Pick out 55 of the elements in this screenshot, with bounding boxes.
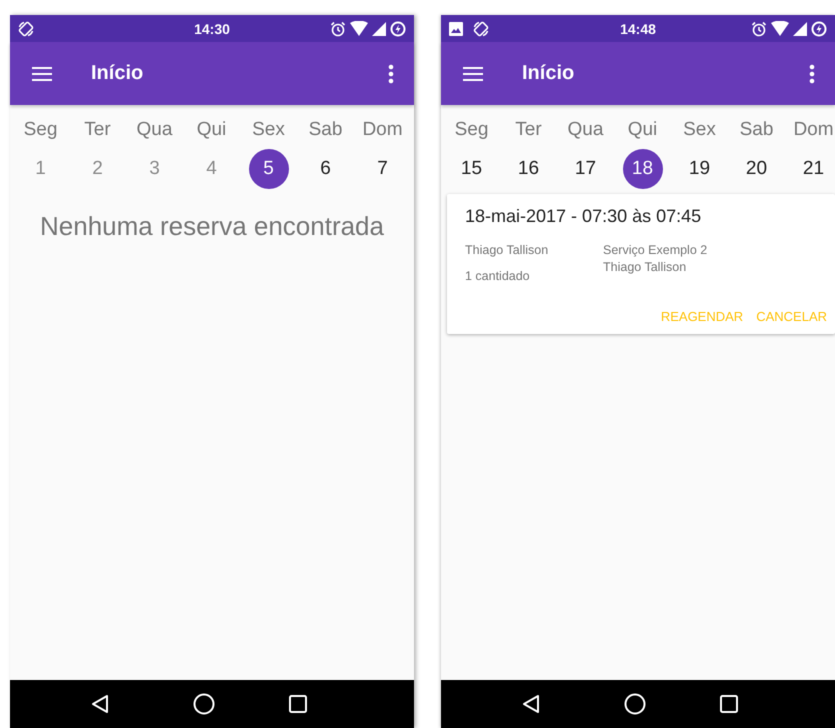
battery-icon — [811, 20, 827, 36]
weekday-label: Dom — [362, 119, 403, 141]
signal-icon — [372, 22, 386, 36]
recent-apps-icon[interactable] — [720, 695, 738, 713]
back-icon[interactable] — [522, 694, 540, 714]
calendar-day[interactable]: 7 — [362, 149, 402, 189]
alarm-icon — [330, 20, 346, 36]
recent-apps-icon[interactable] — [289, 695, 307, 713]
battery-icon — [390, 20, 406, 36]
wifi-icon — [771, 21, 789, 36]
weekday-label: Qui — [628, 119, 658, 141]
home-icon[interactable] — [193, 693, 215, 715]
alarm-icon — [751, 20, 767, 36]
calendar-day[interactable]: 6 — [306, 149, 346, 189]
weekday-label: Sex — [252, 119, 285, 141]
back-icon[interactable] — [91, 694, 109, 714]
signal-icon — [793, 22, 807, 36]
calendar-day[interactable]: 19 — [680, 149, 720, 189]
home-icon[interactable] — [624, 693, 646, 715]
weekday-label: Sab — [308, 119, 342, 141]
booking-time: 18-mai-2017 - 07:30 às 07:45 — [465, 206, 702, 227]
weekday-label: Seg — [24, 119, 58, 141]
calendar-day[interactable]: 5 — [248, 149, 288, 189]
calendar-day[interactable]: 16 — [508, 149, 548, 189]
weekday-label: Qui — [196, 119, 226, 141]
rotate-icon — [18, 20, 34, 36]
weekday-label: Sex — [683, 119, 716, 141]
more-options-icon[interactable] — [388, 64, 394, 84]
weekday-label: Dom — [793, 119, 834, 141]
menu-icon[interactable] — [463, 66, 483, 82]
rotate-icon — [473, 20, 489, 36]
clock-time: 14:48 — [620, 20, 656, 36]
weekday-label: Sab — [740, 119, 774, 141]
calendar-day[interactable]: 18 — [622, 149, 662, 189]
client-name: Thiago Tallison — [465, 243, 548, 257]
quantity-text: 1 cantidado — [465, 269, 530, 283]
weekday-label: Ter — [515, 119, 542, 141]
weekday-label: Seg — [454, 119, 488, 141]
wifi-icon — [350, 21, 368, 36]
screen-title: Início — [91, 62, 144, 85]
image-icon — [449, 22, 463, 36]
service-name: Serviço Exemplo 2 — [603, 243, 708, 257]
more-options-icon[interactable] — [809, 64, 815, 84]
calendar-day[interactable]: 15 — [452, 149, 492, 189]
weekday-label: Ter — [84, 119, 111, 141]
clock-time: 14:30 — [194, 20, 230, 36]
professional-name: Thiago Tallison — [603, 260, 686, 274]
empty-message: Nenhuma reserva encontrada — [39, 211, 385, 242]
calendar-day[interactable]: 20 — [736, 149, 776, 189]
calendar-day[interactable]: 17 — [566, 149, 606, 189]
weekday-label: Qua — [136, 119, 172, 141]
screen-title: Início — [522, 62, 576, 85]
calendar-day[interactable]: 21 — [794, 149, 834, 189]
weekday-label: Qua — [568, 119, 604, 141]
menu-icon[interactable] — [32, 66, 52, 82]
